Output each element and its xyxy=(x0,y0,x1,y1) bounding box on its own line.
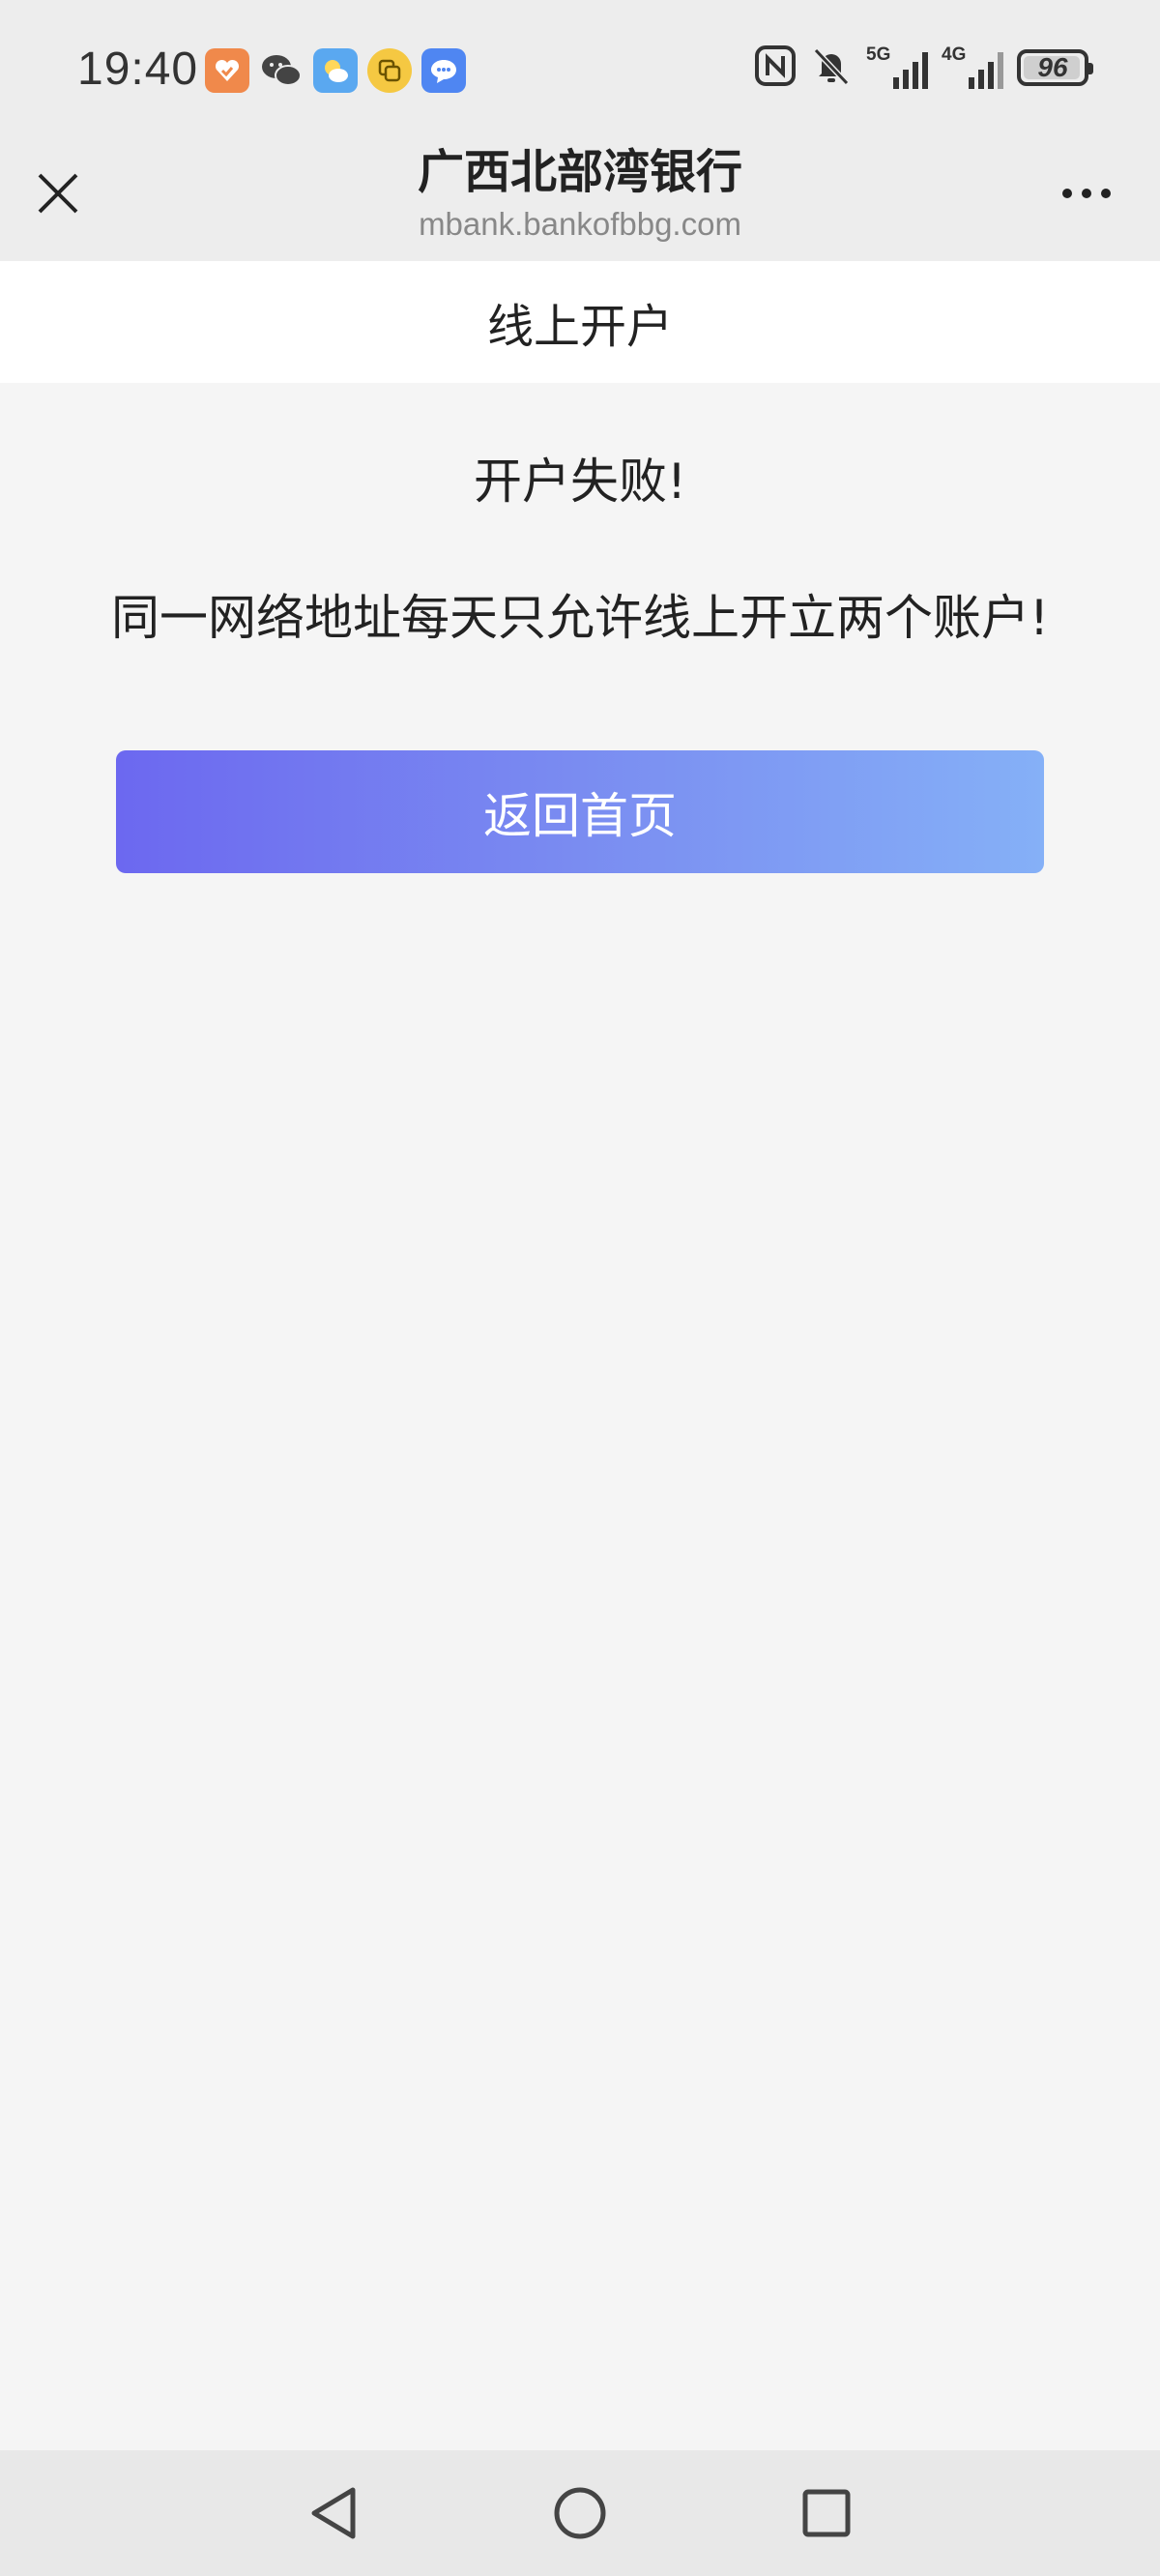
clone-app-icon xyxy=(367,48,412,93)
recents-button[interactable] xyxy=(793,2479,860,2547)
silent-bell-icon xyxy=(810,44,853,91)
more-button[interactable] xyxy=(1052,170,1121,217)
battery-icon: 96 xyxy=(1017,49,1093,86)
result-title: 开户失败! xyxy=(473,454,687,510)
browser-header: 广西北部湾银行 mbank.bankofbbg.com xyxy=(0,135,1160,261)
status-time: 19:40 xyxy=(77,44,199,95)
messages-icon xyxy=(421,48,466,93)
result-message: 同一网络地址每天只允许线上开立两个账户! xyxy=(110,590,1050,646)
battery-level: 96 xyxy=(1037,52,1068,82)
return-home-button[interactable]: 返回首页 xyxy=(116,750,1044,873)
more-dot-icon xyxy=(1062,189,1072,198)
more-dot-icon xyxy=(1082,189,1091,198)
back-triangle-icon xyxy=(311,2487,356,2539)
page-nav-bar: 线上开户 xyxy=(0,261,1160,383)
site-url: mbank.bankofbbg.com xyxy=(419,206,741,242)
page-title: 线上开户 xyxy=(486,300,673,354)
notification-icons xyxy=(205,48,466,93)
site-title: 广西北部湾银行 xyxy=(417,145,742,199)
home-circle-icon xyxy=(554,2487,606,2539)
more-dot-icon xyxy=(1101,189,1111,198)
health-app-icon xyxy=(205,48,249,93)
wechat-icon xyxy=(259,48,304,93)
system-icons: 5G 4G 96 xyxy=(754,44,1093,91)
status-bar: 19:40 5G 4G 96 xyxy=(0,0,1160,145)
nfc-icon xyxy=(754,44,797,91)
recents-square-icon xyxy=(802,2489,851,2537)
back-button[interactable] xyxy=(300,2479,367,2547)
signal-4g-label: 4G xyxy=(942,44,967,65)
weather-icon xyxy=(313,48,358,93)
home-nav-button[interactable] xyxy=(546,2479,614,2547)
system-nav-bar xyxy=(0,2450,1160,2576)
signal-5g-label: 5G xyxy=(866,44,891,65)
signal-5g-icon: 5G xyxy=(866,44,928,91)
signal-4g-icon: 4G xyxy=(942,44,1003,91)
